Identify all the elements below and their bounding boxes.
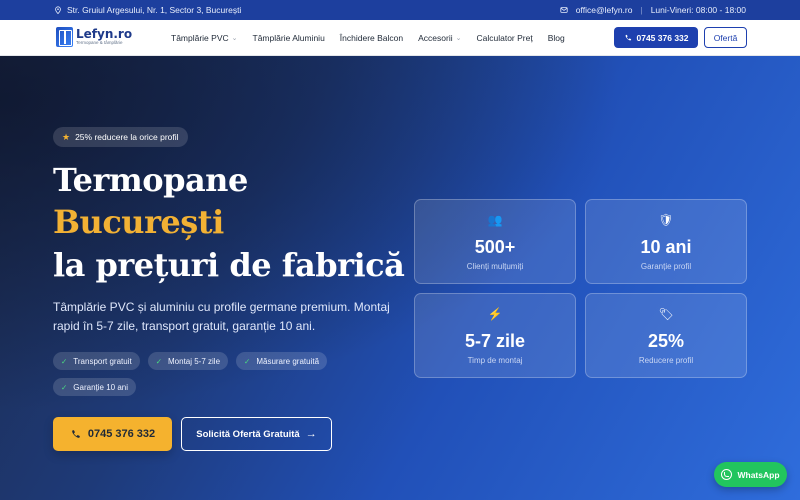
people-icon: 👥 — [487, 213, 503, 227]
menu-item-aluminiu[interactable]: Tâmplărie Aluminiu — [253, 33, 325, 43]
main-navigation: Lefyn.ro Termopane & tâmplărie Tâmplărie… — [0, 20, 800, 56]
logo-tagline: Termopane & tâmplărie — [76, 40, 123, 46]
request-offer-label: Solicită Ofertă Gratuită — [196, 428, 300, 440]
star-icon: ★ — [62, 131, 71, 142]
request-offer-button[interactable]: Solicită Ofertă Gratuită → — [181, 417, 332, 451]
chevron-down-icon: ⌄ — [231, 35, 238, 42]
email-link[interactable]: office@lefyn.ro — [576, 5, 633, 15]
check-icon: ✓ — [244, 356, 251, 366]
stat-label: Garanție profil — [640, 262, 692, 271]
logo[interactable]: Lefyn.ro Termopane & tâmplărie — [56, 27, 132, 47]
stat-value: 10 ani — [640, 237, 692, 257]
chip-label: Montaj 5-7 zile — [168, 356, 221, 366]
stat-label: Timp de montaj — [467, 356, 523, 365]
whatsapp-button[interactable]: WhatsApp — [714, 462, 787, 487]
logo-name: Lefyn.ro — [76, 27, 133, 42]
hero-description: Tâmplărie PVC și aluminiu cu profile ger… — [53, 300, 390, 333]
menu-item-blog[interactable]: Blog — [548, 33, 565, 43]
chevron-down-icon: ⌄ — [455, 35, 462, 42]
menu-item-pvc[interactable]: Tâmplărie PVC ⌄ — [171, 33, 238, 43]
menu-item-balcon[interactable]: Închidere Balcon — [340, 33, 403, 43]
menu-label: Tâmplărie Aluminiu — [252, 33, 325, 43]
feature-chip: ✓ Măsurare gratuită — [236, 352, 328, 370]
stat-card-discount: 🏷 25% Reducere profil — [585, 293, 747, 378]
chip-label: Transport gratuit — [73, 356, 132, 366]
stat-card-warranty: 🛡 10 ani Garanție profil — [585, 199, 747, 284]
address-text: Str. Gruiul Argesului, Nr. 1, Sector 3, … — [67, 5, 242, 15]
call-button[interactable]: 0745 376 332 — [53, 417, 172, 451]
feature-chip: ✓ Transport gratuit — [53, 352, 140, 370]
check-icon: ✓ — [61, 356, 68, 366]
top-info-bar: Str. Gruiul Argesului, Nr. 1, Sector 3, … — [0, 0, 800, 20]
address: Str. Gruiul Argesului, Nr. 1, Sector 3, … — [54, 5, 241, 15]
menu-label: Blog — [547, 33, 565, 43]
stat-value: 500+ — [474, 237, 516, 257]
feature-chip: ✓ Garanție 10 ani — [53, 378, 136, 396]
stat-card-clients: 👥 500+ Clienți mulțumiți — [414, 199, 576, 284]
nav-offer-button[interactable]: Ofertă — [704, 27, 747, 48]
call-button-label: 0745 376 332 — [87, 428, 156, 440]
phone-icon — [72, 429, 80, 438]
shield-icon: 🛡 — [658, 213, 674, 227]
tag-icon: 🏷 — [658, 307, 674, 321]
menu-label: Calculator Preț — [476, 33, 533, 43]
stat-value: 25% — [647, 331, 685, 351]
arrow-right-icon: → — [305, 428, 317, 440]
window-logo-icon — [56, 27, 73, 47]
nav-phone-label: 0745 376 332 — [636, 32, 689, 43]
menu-item-calculator[interactable]: Calculator Preț — [476, 33, 532, 43]
hero-title-line1: Termopane — [53, 161, 248, 199]
lightning-icon: ⚡ — [487, 307, 503, 321]
promo-text: 25% reducere la orice profil — [75, 132, 179, 142]
feature-chips: ✓ Transport gratuit ✓ Montaj 5-7 zile ✓ Măs… — [53, 352, 353, 396]
whatsapp-icon — [721, 469, 733, 480]
stat-label: Reducere profil — [638, 356, 694, 365]
nav-phone-button[interactable]: 0745 376 332 — [614, 27, 698, 48]
menu: Tâmplărie PVC ⌄ Tâmplărie Aluminiu Închid… — [171, 33, 565, 43]
stat-label: Clienți mulțumiți — [466, 262, 524, 271]
stat-card-install-time: ⚡ 5-7 zile Timp de montaj — [414, 293, 576, 378]
menu-item-accesorii[interactable]: Accesorii ⌄ — [418, 33, 461, 43]
feature-chip: ✓ Montaj 5-7 zile — [147, 352, 229, 370]
opening-hours: Luni-Vineri: 08:00 - 18:00 — [650, 5, 746, 15]
check-icon: ✓ — [155, 356, 162, 366]
hero-title-line3: la prețuri de fabrică — [53, 246, 405, 284]
whatsapp-label: WhatsApp — [737, 469, 780, 480]
check-icon: ✓ — [61, 382, 68, 392]
stat-value: 5-7 zile — [464, 331, 526, 351]
location-pin-icon — [55, 6, 61, 14]
menu-label: Accesorii — [418, 33, 453, 43]
mail-icon — [560, 7, 568, 13]
menu-label: Tâmplărie PVC — [171, 33, 229, 43]
phone-icon — [625, 34, 631, 40]
chip-label: Măsurare gratuită — [256, 356, 320, 366]
menu-label: Închidere Balcon — [339, 33, 404, 43]
chip-label: Garanție 10 ani — [73, 382, 128, 392]
hero-title-line2: București — [53, 203, 224, 241]
hero-section: ★ 25% reducere la orice profil Termopane… — [0, 56, 800, 500]
promo-badge: ★ 25% reducere la orice profil — [53, 127, 188, 147]
divider: | — [640, 5, 643, 15]
